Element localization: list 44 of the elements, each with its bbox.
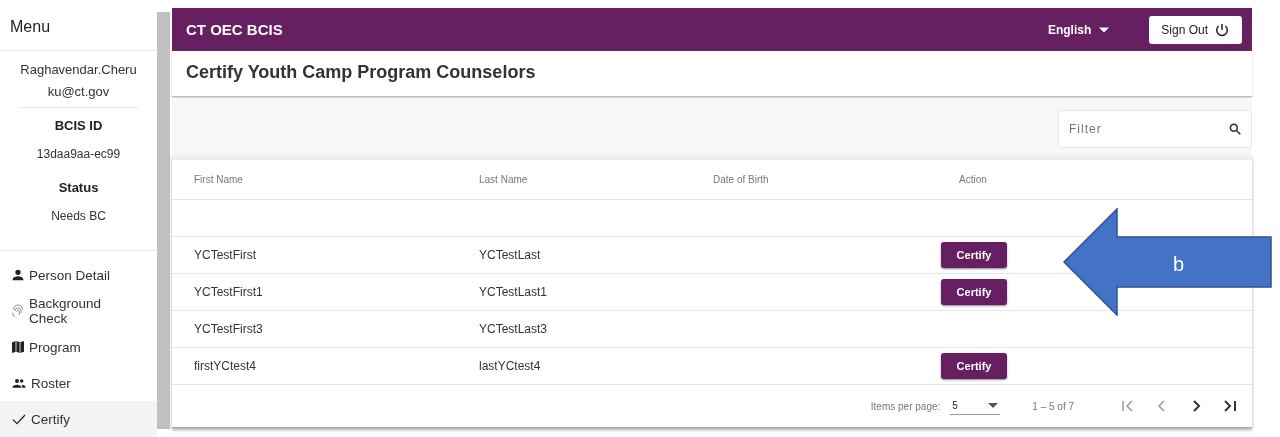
nav-item[interactable]: Certify: [0, 401, 157, 437]
table-cell-text: YCTestFirst1: [193, 285, 264, 299]
caret-icon: [1099, 26, 1110, 33]
nav-item[interactable]: Background Check: [0, 293, 157, 329]
last-page-icon[interactable]: [1222, 398, 1238, 414]
caret-icon: [988, 403, 999, 408]
filter-field[interactable]: Filter: [1058, 110, 1252, 148]
nav-item[interactable]: Program: [0, 329, 157, 365]
column-header: Date of Birth: [712, 174, 770, 185]
page-title: Certify Youth Camp Program Counselors: [172, 51, 1252, 97]
language-dropdown[interactable]: English: [1041, 21, 1116, 38]
field-label: Status: [58, 179, 99, 197]
table-cell-text: firstYCtest4: [193, 359, 257, 373]
items-per-page-label: Items per page:: [870, 400, 941, 412]
first-page-icon[interactable]: [1120, 398, 1136, 414]
fingerprint-icon: [10, 303, 26, 319]
certify-button[interactable]: Certify: [941, 242, 1007, 268]
app-title: CT OEC BCIS: [186, 21, 284, 38]
table-cell-text: YCTestLast1: [478, 285, 549, 299]
certify-button[interactable]: Certify: [941, 353, 1007, 379]
certify-button[interactable]: Certify: [941, 279, 1007, 305]
user-email: Raghavendar.Cheruku@ct.gov: [19, 51, 138, 108]
column-header: Action: [958, 174, 988, 185]
table-cell-text: lastYCtest4: [478, 359, 542, 373]
column-header: Last Name: [478, 174, 529, 185]
map-icon: [10, 339, 26, 355]
table-cell-text: YCTestFirst3: [193, 322, 264, 336]
field-value: Needs BC: [51, 209, 106, 225]
table-cell-text: YCTestLast: [478, 248, 542, 262]
callout-label: b: [1173, 253, 1185, 276]
table-cell-text: YCTestFirst: [193, 248, 257, 262]
field-value: 13daa9aa-ec99: [36, 147, 121, 163]
sign-out-button[interactable]: Sign Out: [1149, 15, 1242, 44]
person-icon: [10, 267, 26, 283]
page-size-select[interactable]: 5: [950, 397, 1001, 415]
field-label: BCIS ID: [54, 117, 103, 135]
page-range: 1 – 5 of 7: [1032, 400, 1074, 412]
scrollbar[interactable]: [157, 12, 170, 429]
nav-item[interactable]: Person Detail: [0, 257, 157, 293]
table-cell-text: YCTestLast3: [478, 322, 549, 336]
nav-item[interactable]: Roster: [0, 365, 157, 401]
search-icon: [1228, 122, 1242, 136]
column-header: First Name: [193, 174, 244, 185]
power-icon: [1214, 21, 1230, 38]
